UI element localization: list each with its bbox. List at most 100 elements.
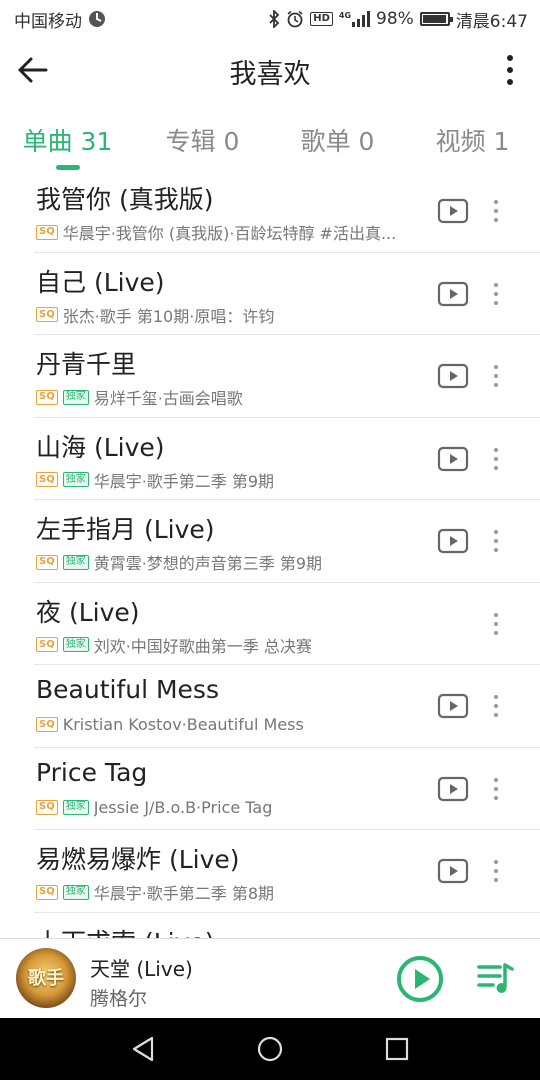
status-bar: 中国移动 HD 4G 98% 清晨6:47 <box>0 0 540 38</box>
song-subtitle-row: SQ 张杰·歌手 第10期·原唱：许钧 <box>36 303 274 327</box>
sq-badge: SQ <box>36 637 58 652</box>
mv-play-icon[interactable] <box>437 363 469 389</box>
play-button[interactable] <box>396 955 444 1003</box>
song-more-icon[interactable] <box>488 361 504 391</box>
tab-label: 视频 1 <box>435 127 510 156</box>
song-artist-album: 华晨宇·我管你 (真我版)·百龄坛特醇 #活出真... <box>62 224 397 243</box>
signal-icon: 4G <box>338 11 371 27</box>
song-more-icon[interactable] <box>488 774 504 804</box>
song-row[interactable]: 自己 (Live) SQ 张杰·歌手 第10期·原唱：许钧 <box>34 253 540 335</box>
song-subtitle-row: SQ 独家 刘欢·中国好歌曲第一季 总决赛 <box>36 633 312 657</box>
more-options-button[interactable] <box>500 52 520 88</box>
song-row[interactable]: 上下求索 (Live) <box>34 913 540 939</box>
song-row[interactable]: 我管你 (真我版) SQ 华晨宇·我管你 (真我版)·百龄坛特醇 #活出真... <box>34 170 540 253</box>
clock-label: 清晨6:47 <box>455 11 528 32</box>
sq-badge: SQ <box>36 472 58 487</box>
nav-home-button[interactable] <box>250 1029 290 1069</box>
page-title: 我喜欢 <box>229 59 311 90</box>
data-saver-icon <box>88 10 106 28</box>
song-row[interactable]: 丹青千里 SQ 独家 易烊千玺·古画会唱歌 <box>34 335 540 418</box>
song-subtitle-row: SQ Kristian Kostov·Beautiful Mess <box>36 715 304 734</box>
nav-back-button[interactable] <box>123 1029 163 1069</box>
sq-badge: SQ <box>36 717 58 732</box>
song-row[interactable]: 左手指月 (Live) SQ 独家 黄霄雲·梦想的声音第三季 第9期 <box>34 500 540 583</box>
song-row[interactable]: 山海 (Live) SQ 独家 华晨宇·歌手第二季 第9期 <box>34 418 540 500</box>
mini-player[interactable]: 歌手 天堂 (Live) 腾格尔 <box>0 938 540 1018</box>
tab-bar: 单曲 31 专辑 0 歌单 0 视频 1 <box>0 110 540 170</box>
song-artist-album: Kristian Kostov·Beautiful Mess <box>62 715 304 734</box>
song-more-icon[interactable] <box>488 196 504 226</box>
mv-play-icon[interactable] <box>437 198 469 224</box>
song-row[interactable]: Beautiful Mess SQ Kristian Kostov·Beautifu… <box>34 665 540 748</box>
sq-badge: SQ <box>36 307 58 322</box>
tab-0[interactable]: 单曲 31 <box>0 110 135 170</box>
playlist-button[interactable] <box>476 961 516 997</box>
song-more-icon[interactable] <box>488 856 504 886</box>
exclusive-badge: 独家 <box>62 389 89 405</box>
battery-icon <box>419 12 453 26</box>
mv-play-icon[interactable] <box>437 776 469 802</box>
song-more-icon[interactable] <box>488 526 504 556</box>
cover-text: 歌手 <box>28 968 64 989</box>
song-artist-album: 华晨宇·歌手第二季 第8期 <box>93 884 275 903</box>
song-title: 我管你 (真我版) <box>36 185 214 214</box>
song-more-icon[interactable] <box>488 609 504 639</box>
tab-1[interactable]: 专辑 0 <box>135 110 270 170</box>
carrier-label: 中国移动 <box>14 11 82 32</box>
mv-play-icon[interactable] <box>437 693 469 719</box>
app-header: 我喜欢 <box>0 38 540 104</box>
mv-play-icon[interactable] <box>437 281 469 307</box>
circle-home-icon <box>257 1036 283 1062</box>
exclusive-badge: 独家 <box>62 472 89 487</box>
song-artist-album: 黄霄雲·梦想的声音第三季 第9期 <box>93 554 323 573</box>
song-artist-album: 张杰·歌手 第10期·原唱：许钧 <box>62 306 275 326</box>
sq-badge: SQ <box>36 799 58 815</box>
now-playing-title: 天堂 (Live) <box>90 957 193 981</box>
album-cover[interactable]: 歌手 <box>16 948 76 1008</box>
song-row[interactable]: 夜 (Live) SQ 独家 刘欢·中国好歌曲第一季 总决赛 <box>34 583 540 665</box>
status-right: HD 4G 98% 清晨6:47 <box>268 7 528 32</box>
song-subtitle-row: SQ 独家 黄霄雲·梦想的声音第三季 第9期 <box>36 550 322 574</box>
tab-label: 歌单 0 <box>300 127 375 156</box>
song-more-icon[interactable] <box>488 691 504 721</box>
song-artist-album: 华晨宇·歌手第二季 第9期 <box>93 471 275 491</box>
song-title: 丹青千里 <box>36 350 137 379</box>
tab-label: 专辑 0 <box>165 127 240 156</box>
vertical-dots-icon <box>507 55 513 61</box>
network-type-label: 4G <box>338 11 352 20</box>
song-more-icon[interactable] <box>488 279 504 309</box>
song-title: 左手指月 (Live) <box>36 515 215 544</box>
exclusive-badge: 独家 <box>62 554 89 570</box>
bluetooth-icon <box>268 10 280 28</box>
song-title: 山海 (Live) <box>36 432 165 462</box>
song-subtitle-row: SQ 独家 华晨宇·歌手第二季 第8期 <box>36 880 274 904</box>
song-subtitle-row: SQ 独家 Jessie J/B.o.B·Price Tag <box>36 798 272 817</box>
song-row[interactable]: Price Tag SQ 独家 Jessie J/B.o.B·Price Tag <box>34 748 540 830</box>
song-title: Price Tag <box>36 757 148 787</box>
sq-badge: SQ <box>36 389 58 405</box>
hd-voice-icon: HD <box>310 12 333 26</box>
song-artist-album: 易烊千玺·古画会唱歌 <box>93 389 243 408</box>
song-row[interactable]: 易燃易爆炸 (Live) SQ 独家 华晨宇·歌手第二季 第8期 <box>34 830 540 913</box>
tab-2[interactable]: 歌单 0 <box>270 110 405 170</box>
mv-play-icon[interactable] <box>437 528 469 554</box>
song-title: Beautiful Mess <box>36 675 219 704</box>
mv-play-icon[interactable] <box>437 446 469 472</box>
mv-play-icon[interactable] <box>437 858 469 884</box>
play-circle-icon <box>397 956 443 1002</box>
exclusive-badge: 独家 <box>62 637 89 652</box>
sq-badge: SQ <box>36 884 58 900</box>
alarm-icon <box>286 10 304 28</box>
song-more-icon[interactable] <box>488 444 504 474</box>
tab-label: 单曲 31 <box>22 127 113 156</box>
song-subtitle-row: SQ 独家 华晨宇·歌手第二季 第9期 <box>36 468 274 492</box>
triangle-back-icon <box>133 1036 154 1062</box>
song-list[interactable]: 我管你 (真我版) SQ 华晨宇·我管你 (真我版)·百龄坛特醇 #活出真... 自己… <box>0 170 540 938</box>
system-nav-bar <box>0 1018 540 1080</box>
song-subtitle-row: SQ 独家 易烊千玺·古画会唱歌 <box>36 385 243 409</box>
song-subtitle-row: SQ 华晨宇·我管你 (真我版)·百龄坛特醇 #活出真... <box>36 220 396 244</box>
tab-3[interactable]: 视频 1 <box>405 110 540 170</box>
song-title: 夜 (Live) <box>36 597 140 627</box>
nav-recents-button[interactable] <box>377 1029 417 1069</box>
status-left: 中国移动 <box>14 7 106 32</box>
